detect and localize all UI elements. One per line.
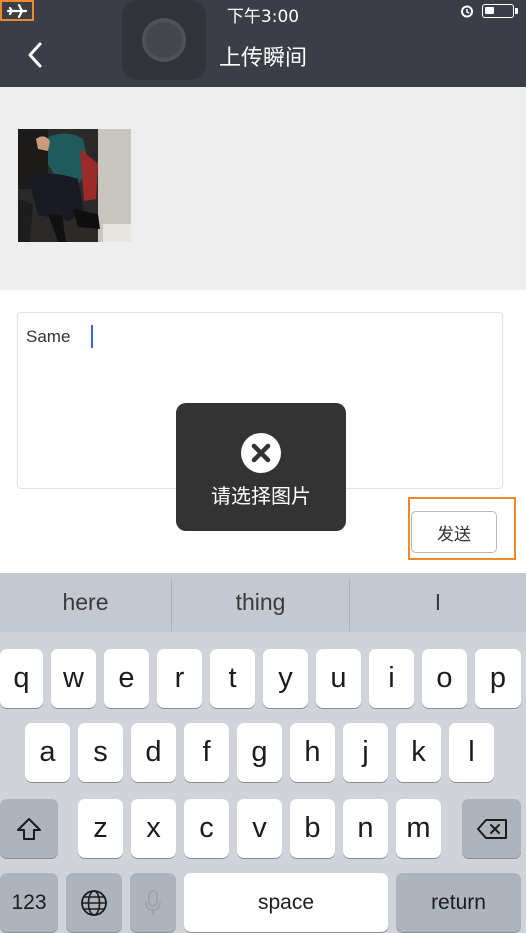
- key-e[interactable]: e: [104, 649, 149, 708]
- battery-tip: [515, 8, 518, 14]
- key-h[interactable]: h: [290, 723, 335, 782]
- key-i[interactable]: i: [369, 649, 414, 708]
- key-c[interactable]: c: [184, 799, 229, 858]
- key-s[interactable]: s: [78, 723, 123, 782]
- key-k[interactable]: k: [396, 723, 441, 782]
- key-y[interactable]: y: [263, 649, 308, 708]
- globe-icon: [81, 889, 107, 916]
- suggestion-item[interactable]: here: [0, 573, 171, 632]
- shift-icon: [17, 817, 41, 840]
- key-x[interactable]: x: [131, 799, 176, 858]
- battery-icon: [482, 4, 514, 18]
- delete-key[interactable]: [462, 799, 521, 858]
- key-u[interactable]: u: [316, 649, 361, 708]
- backspace-icon: [476, 818, 507, 839]
- key-m[interactable]: m: [396, 799, 441, 858]
- photo-picker-area: [0, 87, 526, 290]
- error-toast: 请选择图片: [176, 403, 346, 531]
- status-time: 下午3:00: [226, 7, 300, 27]
- key-d[interactable]: d: [131, 723, 176, 782]
- microphone-icon: [145, 889, 161, 915]
- suggestion-item[interactable]: I: [350, 573, 526, 632]
- keyboard-suggestion-bar: here thing I: [0, 573, 526, 632]
- key-p[interactable]: p: [475, 649, 521, 708]
- alarm-icon: [461, 5, 473, 18]
- key-a[interactable]: a: [25, 723, 70, 782]
- keyboard: here thing I q w e r t y u i o p a s d f…: [0, 573, 526, 933]
- globe-key[interactable]: [66, 873, 122, 932]
- return-key[interactable]: return: [396, 873, 521, 932]
- key-r[interactable]: r: [157, 649, 202, 708]
- key-v[interactable]: v: [237, 799, 282, 858]
- dictation-key[interactable]: [130, 873, 176, 932]
- space-key[interactable]: space: [184, 873, 388, 932]
- toast-message: 请选择图片: [211, 484, 311, 508]
- suggestion-item[interactable]: thing: [172, 573, 349, 632]
- key-q[interactable]: q: [0, 649, 43, 708]
- photo-image: [18, 129, 131, 242]
- page-title: 上传瞬间: [218, 46, 307, 71]
- key-z[interactable]: z: [78, 799, 123, 858]
- key-g[interactable]: g: [237, 723, 282, 782]
- key-l[interactable]: l: [449, 723, 494, 782]
- close-circle-icon: [241, 433, 281, 473]
- key-n[interactable]: n: [343, 799, 388, 858]
- shift-key[interactable]: [0, 799, 58, 858]
- key-j[interactable]: j: [343, 723, 388, 782]
- post-text-value: Same: [26, 327, 71, 346]
- key-f[interactable]: f: [184, 723, 229, 782]
- battery-level: [485, 7, 494, 14]
- text-caret: [91, 325, 93, 348]
- key-b[interactable]: b: [290, 799, 335, 858]
- numbers-key[interactable]: 123: [0, 873, 58, 932]
- nav-header: 下午3:00 上传瞬间: [0, 0, 526, 87]
- key-w[interactable]: w: [51, 649, 96, 708]
- send-button[interactable]: 发送: [411, 511, 497, 553]
- photo-thumbnail[interactable]: [18, 129, 131, 242]
- key-o[interactable]: o: [422, 649, 467, 708]
- key-t[interactable]: t: [210, 649, 255, 708]
